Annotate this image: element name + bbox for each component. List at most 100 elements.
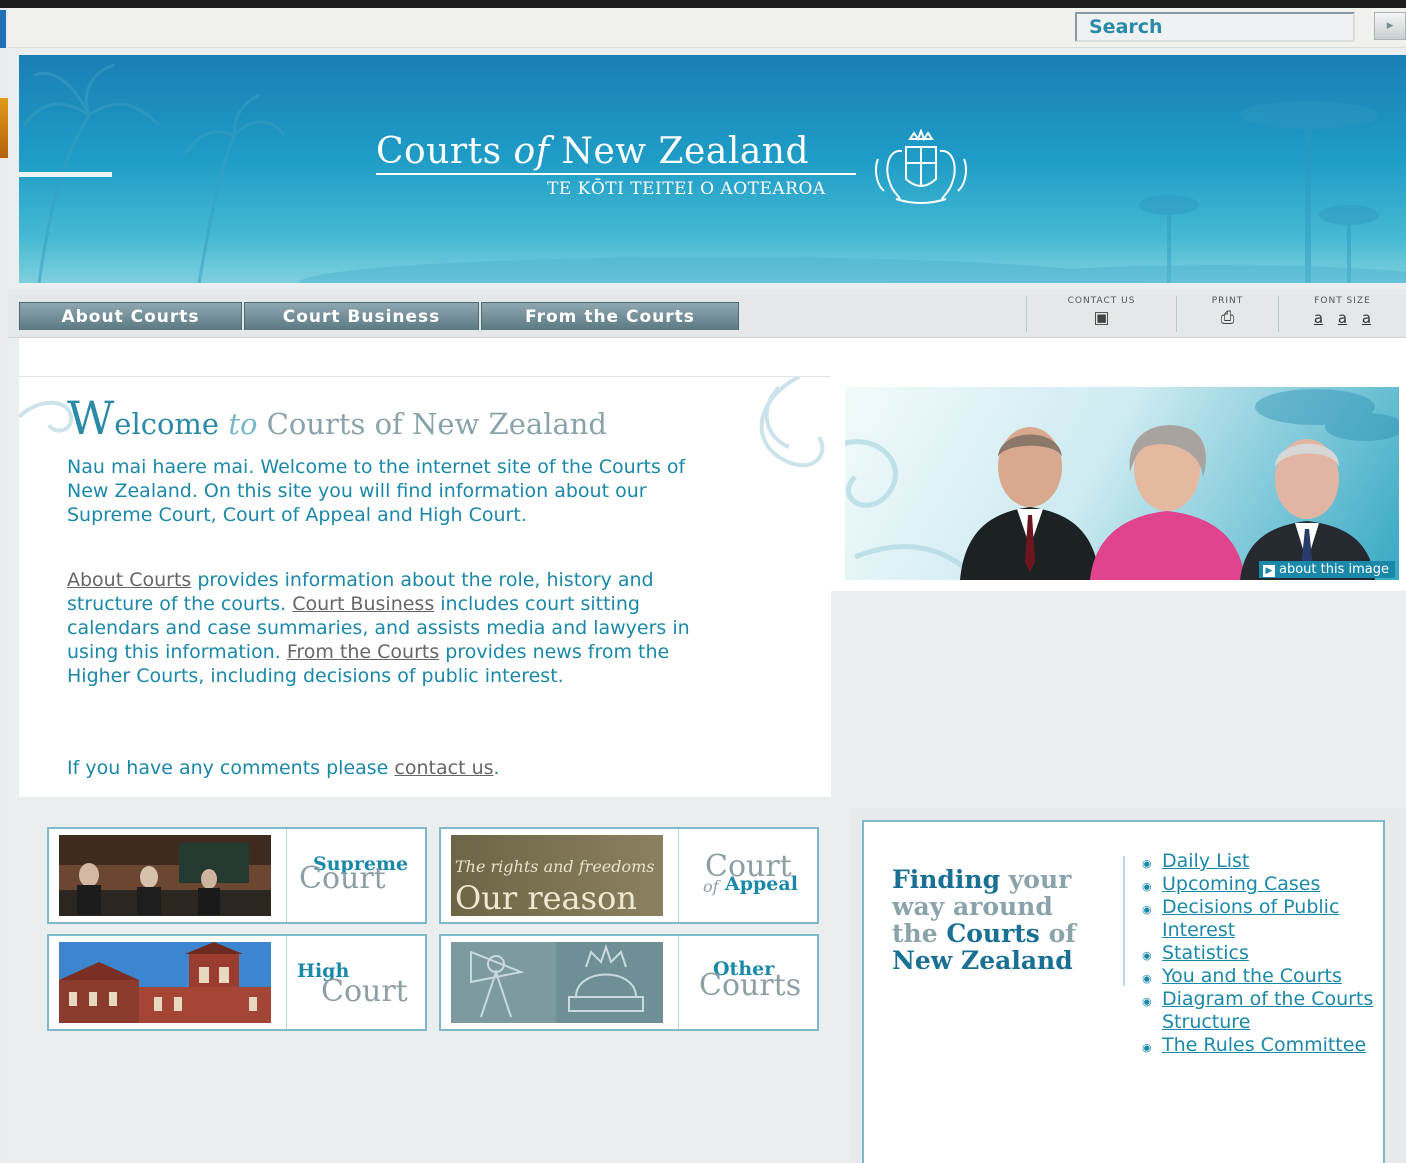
link-label: Diagram of the Courts Structure [1162, 988, 1374, 1033]
quick-link-you-and-the-courts[interactable]: ◉ You and the Courts [1142, 965, 1382, 988]
quick-link-daily-list[interactable]: ◉ Daily List [1142, 850, 1382, 873]
print-label: PRINT [1211, 296, 1244, 306]
paragraph-text: If you have any comments please [67, 757, 395, 779]
court-of-appeal-link[interactable]: The rights and freedoms Our reason Court… [439, 827, 819, 924]
finding-your-way-panel: Finding your way around the Courts of Ne… [850, 808, 1406, 1163]
os-left-edge [0, 8, 12, 1163]
quick-link-rules-committee[interactable]: ◉ The Rules Committee [1142, 1034, 1382, 1057]
quick-link-decisions[interactable]: ◉ Decisions of Public Interest [1142, 896, 1382, 942]
contact-us-button[interactable]: CONTACT US ▣ [1026, 296, 1176, 332]
tab-from-the-courts[interactable]: From the Courts [481, 302, 739, 330]
bullet-icon: ◉ [1142, 1041, 1152, 1054]
judges-photo-panel: ▶ about this image [831, 376, 1406, 591]
about-this-image-link[interactable]: ▶ about this image [1259, 561, 1395, 578]
search-input[interactable]: Search [1075, 12, 1355, 42]
bullet-icon: ◉ [1142, 857, 1152, 870]
link-label: The Rules Committee [1162, 1034, 1367, 1056]
finding-your-way-box: Finding your way around the Courts of Ne… [862, 820, 1385, 1163]
other-courts-thumbnail [451, 942, 663, 1023]
site-title-of: of [513, 131, 550, 172]
font-size-medium-button[interactable]: a [1338, 309, 1347, 327]
search-bar: Search ▸ [8, 8, 1406, 48]
from-the-courts-link[interactable]: From the Courts [287, 641, 439, 663]
heading-word: Finding [892, 865, 1001, 894]
main-navigation: About Courts Court Business From the Cou… [8, 290, 1406, 338]
welcome-heading-word: elcome [114, 407, 220, 441]
site-title-part1: Courts [376, 131, 502, 172]
about-image-label: about this image [1279, 562, 1389, 577]
bullet-icon: ◉ [1142, 903, 1152, 916]
label-line2: Appeal [725, 873, 798, 895]
label-line2: Court [299, 861, 386, 896]
contact-us-label: CONTACT US [1067, 296, 1136, 306]
welcome-heading: Welcome to Courts of New Zealand [67, 391, 607, 445]
welcome-heading-rest: Courts of New Zealand [266, 407, 607, 441]
cell-divider [678, 936, 679, 1029]
judges-portrait-illustration [845, 389, 1399, 580]
tab-court-business[interactable]: Court Business [244, 302, 479, 330]
bullet-icon: ◉ [1142, 880, 1152, 893]
title-underline [376, 173, 856, 175]
os-blue-accent [0, 10, 6, 48]
search-submit-button[interactable]: ▸ [1374, 12, 1406, 40]
site-title[interactable]: Courts of New Zealand [376, 131, 809, 172]
label-line2: Court [321, 974, 408, 1009]
court-business-link[interactable]: Court Business [292, 593, 434, 615]
coat-of-arms-icon [875, 129, 967, 204]
about-courts-link[interactable]: About Courts [67, 569, 191, 591]
envelope-icon: ▣ [1093, 308, 1110, 328]
quick-link-statistics[interactable]: ◉ Statistics [1142, 942, 1382, 965]
contact-us-link[interactable]: contact us [394, 757, 493, 779]
label-line2: Courts [699, 968, 802, 1003]
quick-links-list: ◉ Daily List ◉ Upcoming Cases ◉ Decisions o… [1142, 850, 1382, 1057]
banner-rule [19, 172, 112, 177]
quick-link-upcoming-cases[interactable]: ◉ Upcoming Cases [1142, 873, 1382, 896]
welcome-section: Welcome to Courts of New Zealand Nau mai… [19, 376, 831, 797]
supreme-court-link[interactable]: Supreme Court [47, 827, 427, 924]
court-of-appeal-thumbnail: The rights and freedoms Our reason [451, 835, 663, 916]
welcome-heading-to: to [228, 407, 258, 441]
welcome-intro-paragraph: Nau mai haere mai. Welcome to the intern… [67, 456, 686, 526]
welcome-contact-paragraph: If you have any comments please contact … [67, 756, 727, 780]
heading-word: Courts [946, 919, 1040, 948]
os-top-strip [0, 0, 1406, 8]
cell-divider [286, 829, 287, 922]
high-court-link[interactable]: High Court [47, 934, 427, 1031]
supreme-court-thumbnail [59, 835, 271, 916]
site-title-part2: New Zealand [561, 131, 810, 172]
link-label: Daily List [1162, 850, 1250, 872]
judges-photo: ▶ about this image [845, 387, 1399, 580]
heading-word: of [1039, 919, 1077, 948]
bullet-icon: ◉ [1142, 995, 1152, 1008]
site-subtitle: TE KŌTI TEITEI O AOTEAROA [547, 179, 826, 199]
font-size-controls: FONT SIZE a a a [1278, 296, 1406, 332]
bullet-icon: ◉ [1142, 972, 1152, 985]
tab-about-courts[interactable]: About Courts [19, 302, 242, 330]
label-of: of [703, 877, 719, 896]
arrow-icon: ▶ [1263, 565, 1275, 577]
cell-divider [678, 829, 679, 922]
print-button[interactable]: PRINT ⎙ [1176, 296, 1278, 332]
quick-link-diagram[interactable]: ◉ Diagram of the Courts Structure [1142, 988, 1382, 1034]
court-links-grid: Supreme Court The rights and freedoms Ou… [35, 815, 831, 1040]
heading-word: New Zealand [892, 946, 1073, 975]
cell-divider [286, 936, 287, 1029]
page: Search ▸ Courts of New Zealand TE KŌTI T… [8, 8, 1406, 1163]
welcome-heading-initial: W [67, 391, 115, 445]
finding-your-way-heading: Finding your way around the Courts of Ne… [892, 866, 1102, 974]
link-label: Decisions of Public Interest [1162, 896, 1340, 941]
thumbnail-line1: The rights and freedoms [455, 857, 655, 876]
welcome-sections-paragraph: About Courts provides information about … [67, 568, 727, 688]
font-size-label: FONT SIZE [1314, 296, 1371, 306]
high-court-thumbnail [59, 942, 271, 1023]
link-label: Statistics [1162, 942, 1249, 964]
blank-strip [19, 338, 1406, 376]
thumbnail-line2: Our reason [455, 879, 637, 916]
font-size-small-button[interactable]: a [1314, 309, 1323, 327]
header-banner: Courts of New Zealand TE KŌTI TEITEI O A… [19, 55, 1406, 283]
link-label: Upcoming Cases [1162, 873, 1321, 895]
bullet-icon: ◉ [1142, 949, 1152, 962]
font-size-large-button[interactable]: a [1362, 309, 1371, 327]
other-courts-link[interactable]: Other Courts [439, 934, 819, 1031]
link-label: You and the Courts [1162, 965, 1342, 987]
